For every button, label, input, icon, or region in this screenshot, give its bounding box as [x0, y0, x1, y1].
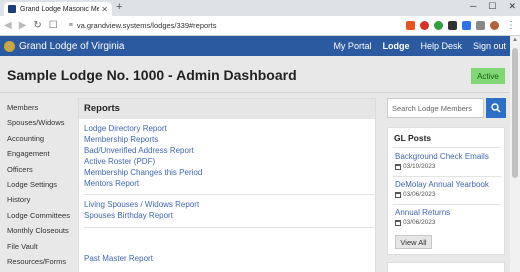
site-brand[interactable]: Grand Lodge of Virginia: [19, 41, 333, 52]
report-link-active-roster[interactable]: Active Roster (PDF): [84, 157, 155, 166]
site-header: Grand Lodge of Virginia My Portal Lodge …: [0, 36, 510, 56]
sidebar-item-lodge-committees[interactable]: Lodge Committees: [7, 208, 75, 223]
page-title: Sample Lodge No. 1000 - Admin Dashboard: [7, 67, 297, 83]
address-bar[interactable]: ≡ va.grandview.systems/lodges/339#report…: [65, 19, 400, 33]
extension-red-icon[interactable]: [420, 21, 429, 30]
nav-sign-out[interactable]: Sign out: [473, 41, 506, 51]
sidebar-item-engagement[interactable]: Engagement: [7, 146, 75, 161]
search-members-input[interactable]: Search Lodge Members: [387, 98, 484, 118]
top-nav: My Portal Lodge Help Desk Sign out: [333, 41, 506, 51]
sidebar-item-lodge-settings[interactable]: Lodge Settings: [7, 177, 75, 192]
report-link-past-master[interactable]: Past Master Report: [84, 254, 153, 263]
gl-post-title[interactable]: Annual Returns: [395, 208, 450, 217]
gl-post-item: Annual Returns 03/06/2023: [395, 208, 450, 226]
gl-post-separator: [393, 176, 501, 177]
site-info-icon[interactable]: ≡: [69, 22, 73, 29]
sidebar-item-monthly-closeouts[interactable]: Monthly Closeouts: [7, 223, 75, 238]
back-icon[interactable]: ◀: [4, 20, 12, 31]
browser-menu-icon[interactable]: ⋮: [506, 20, 516, 31]
browser-toolbar: ◀ ▶ ↻ ☐ ≡ va.grandview.systems/lodges/33…: [0, 16, 520, 36]
nav-my-portal[interactable]: My Portal: [333, 41, 371, 51]
sidebar-item-file-vault[interactable]: File Vault: [7, 239, 75, 254]
gl-post-date-text: 03/10/2023: [403, 163, 436, 170]
extension-blue-icon[interactable]: [462, 21, 471, 30]
browser-tab[interactable]: Grand Lodge Masonic Membershi ✕: [4, 2, 112, 16]
reports-heading: Reports: [79, 99, 375, 119]
sidebar-item-spouses-widows[interactable]: Spouses/Widows: [7, 115, 75, 130]
title-divider: [0, 92, 510, 93]
reports-separator: [84, 194, 374, 195]
report-link-bad-address[interactable]: Bad/Unverified Address Report: [84, 146, 194, 155]
page-content: Sample Lodge No. 1000 - Admin Dashboard …: [0, 56, 510, 272]
gl-post-item: DeMolay Annual Yearbook 03/06/2023: [395, 180, 489, 198]
bookmark-icon[interactable]: ☐: [49, 20, 58, 31]
gl-post-date: 03/10/2023: [395, 163, 489, 170]
gl-post-date-text: 03/06/2023: [403, 219, 436, 226]
browser-tab-title: Grand Lodge Masonic Membershi: [20, 5, 100, 13]
extension-icons: ⋮: [406, 20, 516, 31]
secondary-panel: [387, 262, 505, 272]
brave-shield-icon[interactable]: [406, 21, 415, 30]
gl-post-item: Background Check Emails 03/10/2023: [395, 152, 489, 170]
status-badge: Active: [471, 68, 505, 84]
gl-post-date-text: 03/06/2023: [403, 191, 436, 198]
reload-icon[interactable]: ↻: [33, 20, 41, 31]
gl-post-title[interactable]: DeMolay Annual Yearbook: [395, 180, 489, 189]
gl-post-separator: [393, 204, 501, 205]
search-icon: [491, 103, 501, 113]
nav-help-desk[interactable]: Help Desk: [420, 41, 462, 51]
search-placeholder: Search Lodge Members: [392, 104, 473, 113]
sidebar-item-history[interactable]: History: [7, 192, 75, 207]
report-link-mentors[interactable]: Mentors Report: [84, 179, 139, 188]
extension-dark-icon[interactable]: [448, 21, 457, 30]
sidebar-item-resources-forms[interactable]: Resources/Forms: [7, 254, 75, 269]
gl-posts-heading: GL Posts: [394, 133, 432, 143]
maximize-icon[interactable]: ☐: [488, 1, 496, 12]
sidebar-item-officers[interactable]: Officers: [7, 162, 75, 177]
profile-avatar-icon[interactable]: [490, 21, 499, 30]
report-link-spouses-birthday[interactable]: Spouses Birthday Report: [84, 211, 173, 220]
sidebar-item-accounting[interactable]: Accounting: [7, 131, 75, 146]
url-text: va.grandview.systems/lodges/339#reports: [76, 21, 217, 30]
view-all-button[interactable]: View All: [395, 235, 432, 249]
calendar-icon: [395, 219, 401, 226]
scrollbar-thumb[interactable]: [512, 48, 518, 178]
gl-posts-divider: [393, 147, 501, 148]
minimize-icon[interactable]: ─: [470, 1, 476, 12]
forward-icon[interactable]: ▶: [19, 20, 27, 31]
site-favicon-icon: [8, 5, 16, 13]
browser-tab-bar: Grand Lodge Masonic Membershi ✕ + ─ ☐ ✕: [0, 0, 520, 16]
sidebar-item-members[interactable]: Members: [7, 100, 75, 115]
sidebar-menu: Members Spouses/Widows Accounting Engage…: [7, 100, 75, 269]
page-scrollbar[interactable]: ▲: [510, 36, 520, 272]
report-link-lodge-directory[interactable]: Lodge Directory Report: [84, 124, 167, 133]
report-link-living-spouses[interactable]: Living Spouses / Widows Report: [84, 200, 199, 209]
search-button[interactable]: [486, 98, 506, 118]
nav-lodge[interactable]: Lodge: [382, 41, 409, 51]
calendar-icon: [395, 163, 401, 170]
report-link-membership[interactable]: Membership Reports: [84, 135, 158, 144]
extension-green-icon[interactable]: [434, 21, 443, 30]
grand-lodge-logo-icon: [4, 40, 15, 52]
close-tab-icon[interactable]: ✕: [101, 5, 108, 14]
window-controls: ─ ☐ ✕: [470, 1, 516, 12]
new-tab-icon[interactable]: +: [116, 1, 122, 13]
window-close-icon[interactable]: ✕: [508, 1, 516, 12]
reports-separator: [84, 227, 374, 228]
gl-post-title[interactable]: Background Check Emails: [395, 152, 489, 161]
calendar-icon: [395, 191, 401, 198]
reports-panel: Reports Lodge Directory Report Membershi…: [78, 98, 376, 272]
gl-post-date: 03/06/2023: [395, 219, 450, 226]
report-link-membership-changes[interactable]: Membership Changes this Period: [84, 168, 202, 177]
extensions-puzzle-icon[interactable]: [476, 21, 485, 30]
scroll-up-icon[interactable]: ▲: [512, 37, 518, 43]
gl-post-date: 03/06/2023: [395, 191, 489, 198]
